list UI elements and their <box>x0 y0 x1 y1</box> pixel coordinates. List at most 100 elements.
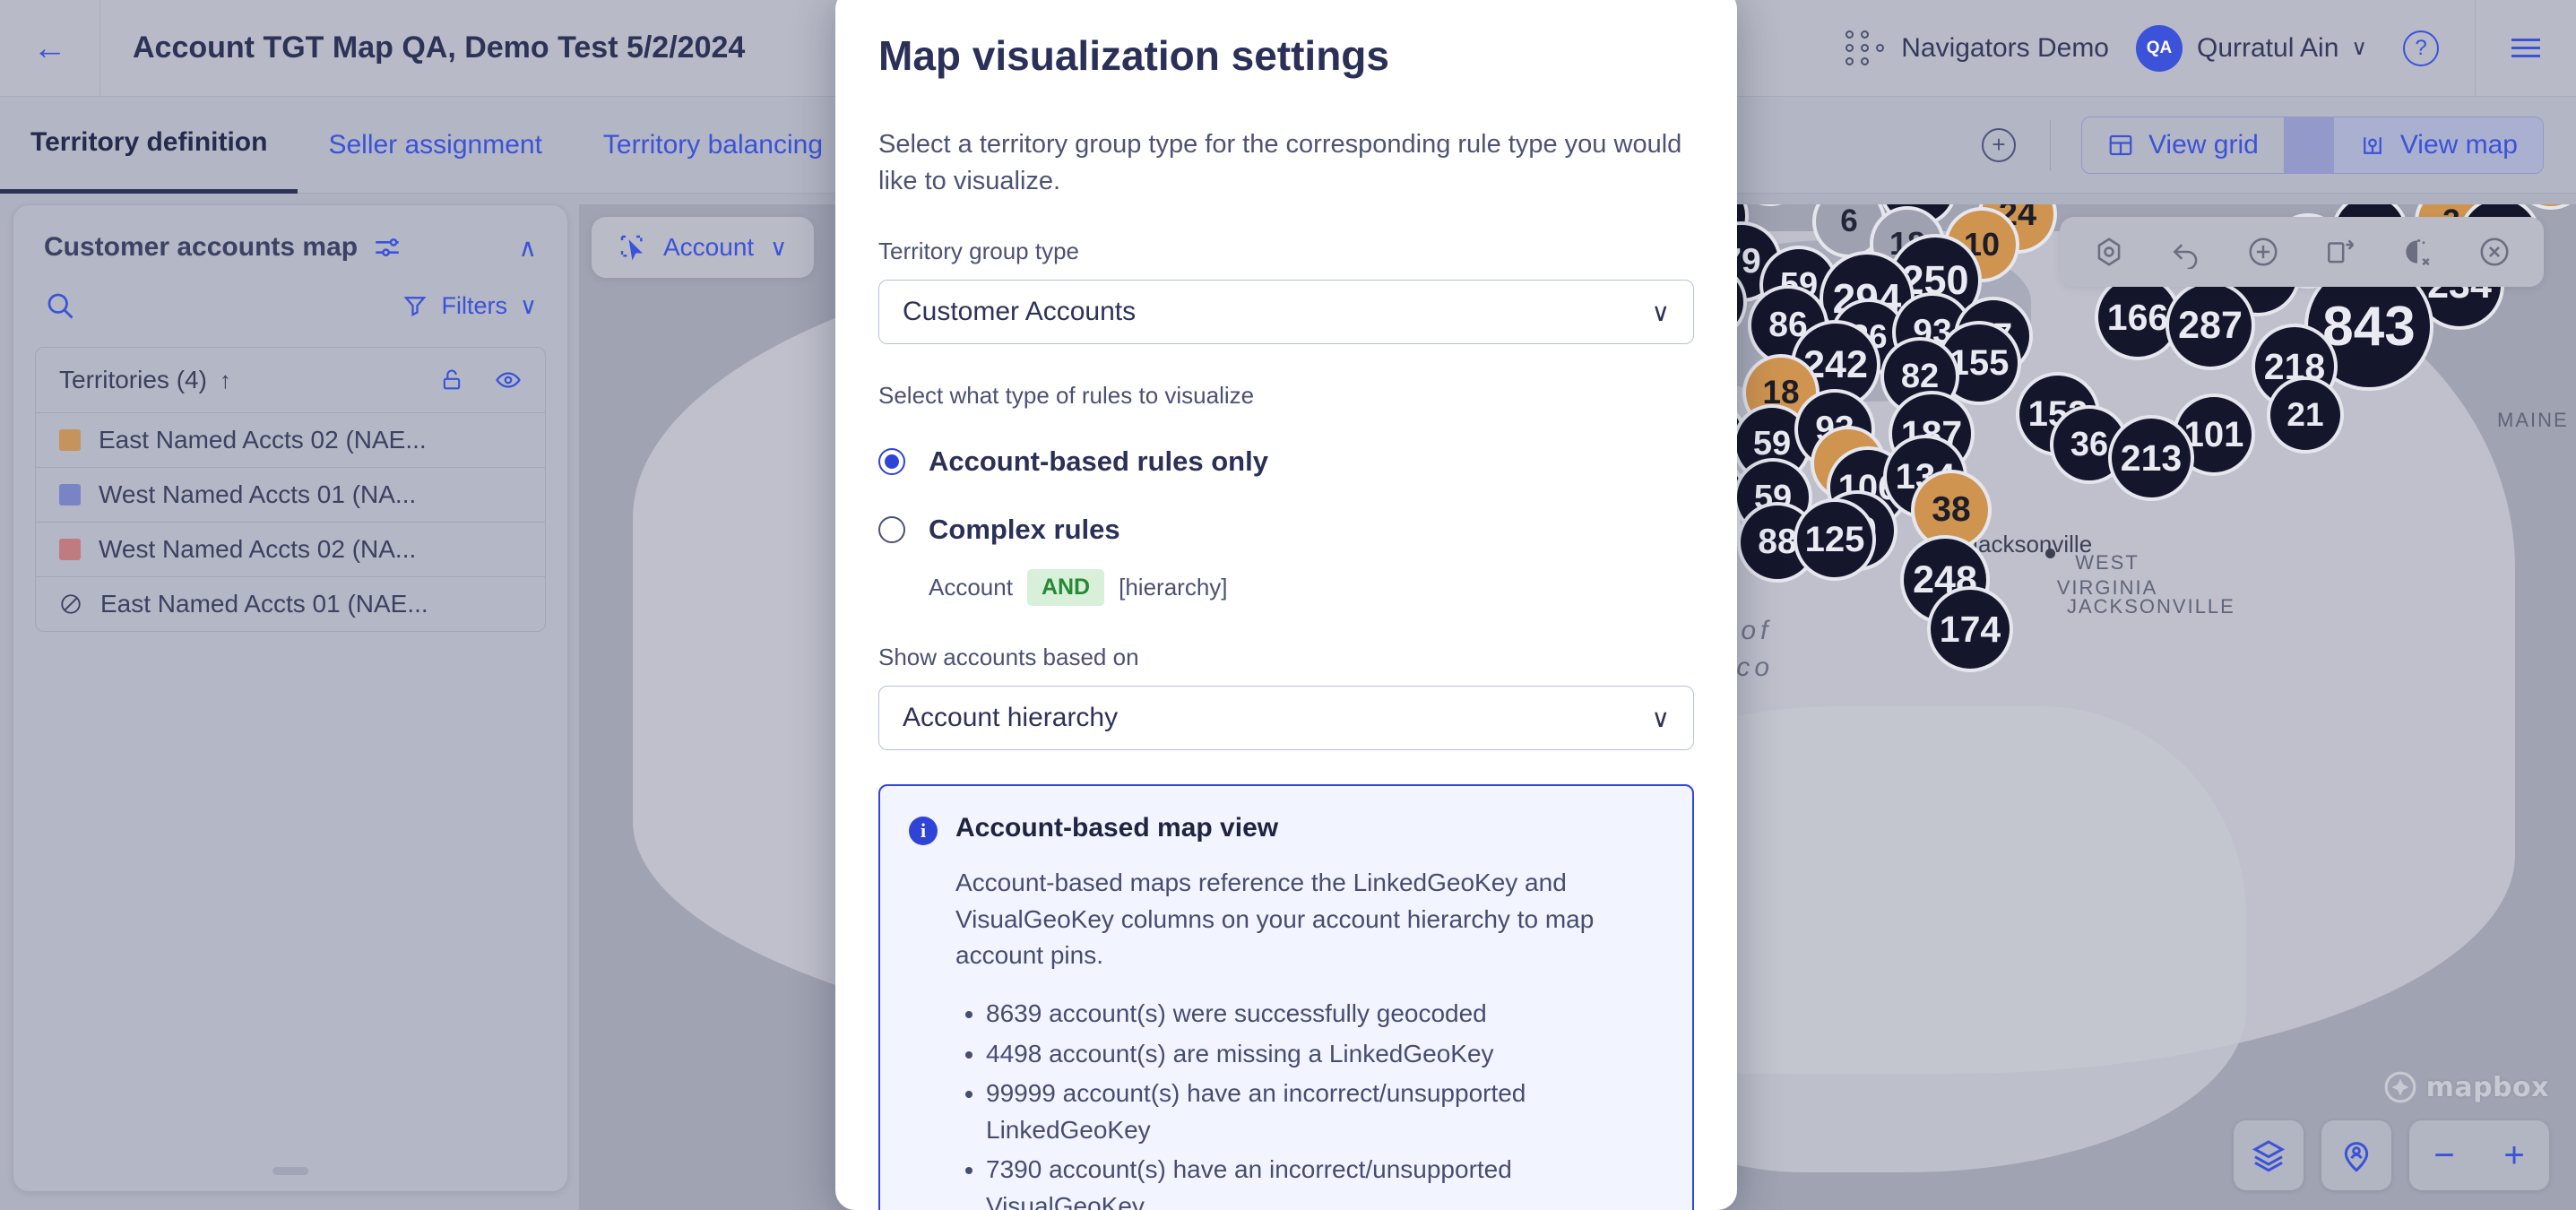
zoom-out-button[interactable]: − <box>2409 1120 2479 1190</box>
user-name[interactable]: Qurratul Ain <box>2197 33 2338 64</box>
chevron-up-icon[interactable]: ∧ <box>519 233 538 263</box>
page-title: Account TGT Map QA, Demo Test 5/2/2024 <box>133 30 746 65</box>
plus-circle-icon[interactable] <box>2246 235 2280 269</box>
undo-icon[interactable] <box>2169 235 2203 269</box>
radio-indicator <box>878 448 905 476</box>
info-body: Account-based maps reference the LinkedG… <box>955 869 1595 970</box>
map-controls: − + <box>2234 1120 2549 1190</box>
divider <box>2283 117 2334 173</box>
map-pin-icon <box>2363 136 2382 154</box>
view-map-button[interactable]: View map <box>2333 117 2543 173</box>
avatar[interactable]: QA <box>2136 24 2183 72</box>
unlock-icon[interactable] <box>439 367 464 393</box>
territory-name: West Named Accts 01 (NA... <box>99 480 417 508</box>
view-grid-button[interactable]: View grid <box>2082 117 2284 173</box>
map-pin-person-icon <box>2344 1142 2369 1172</box>
territory-name: East Named Accts 02 (NAE... <box>99 426 427 454</box>
show-accounts-select[interactable]: Account hierarchy ∨ <box>878 686 1694 751</box>
color-swatch <box>59 539 81 560</box>
mapbox-attribution: mapbox <box>2383 1070 2549 1104</box>
divider <box>2049 119 2051 170</box>
layers-icon <box>2252 1140 2286 1172</box>
no-color-icon <box>59 592 82 616</box>
territories-list: Territories (4) ↑ East Named Accts 02 (N… <box>35 347 546 632</box>
zoom-in-button[interactable]: + <box>2479 1120 2549 1190</box>
territories-header-row: Territories (4) ↑ <box>36 348 545 413</box>
radio-complex-rules[interactable]: Complex rules <box>878 514 1694 546</box>
territories-count-label: Territories (4) <box>59 366 207 393</box>
add-button[interactable]: + <box>1981 127 2016 162</box>
territory-group-type-value: Customer Accounts <box>903 297 1137 327</box>
tab-territory-definition[interactable]: Territory definition <box>0 97 298 194</box>
show-accounts-label: Show accounts based on <box>878 644 1139 671</box>
close-circle-icon[interactable] <box>2477 235 2511 269</box>
radio-label: Complex rules <box>929 514 1120 546</box>
territory-name: West Named Accts 02 (NA... <box>99 535 417 563</box>
tab-territory-balancing[interactable]: Territory balancing <box>573 97 853 194</box>
info-bullet-list: 8639 account(s) were successfully geocod… <box>986 996 1664 1210</box>
map-cluster-bubble[interactable]: 125 <box>1794 498 1876 581</box>
info-bullet: 7390 account(s) have an incorrect/unsupp… <box>986 1152 1664 1210</box>
map-cluster-bubble[interactable]: 174 <box>1927 586 2013 672</box>
info-bullet: 4498 account(s) are missing a LinkedGeoK… <box>986 1036 1664 1073</box>
radio-indicator <box>878 516 905 544</box>
mapbox-label: mapbox <box>2425 1071 2549 1103</box>
target-hex-icon[interactable] <box>2092 235 2126 269</box>
radio-label: Account-based rules only <box>929 445 1268 478</box>
filters-button[interactable]: Filters ∨ <box>402 292 537 320</box>
radio-account-based-rules-only[interactable]: Account-based rules only <box>878 445 1694 478</box>
territory-group-type-select[interactable]: Customer Accounts ∨ <box>878 280 1694 345</box>
info-bullet: 99999 account(s) have an incorrect/unsup… <box>986 1076 1664 1148</box>
panel-resize-handle[interactable] <box>272 1167 308 1175</box>
info-icon: i <box>909 817 938 846</box>
back-arrow-icon: ← <box>32 29 67 67</box>
show-accounts-value: Account hierarchy <box>903 703 1119 733</box>
layers-button[interactable] <box>2234 1120 2304 1190</box>
hamburger-menu-icon[interactable] <box>2476 0 2576 97</box>
tab-seller-assignment[interactable]: Seller assignment <box>298 97 572 194</box>
grid-dots-icon[interactable] <box>1846 29 1885 68</box>
territory-name: East Named Accts 01 (NAE... <box>100 590 428 618</box>
help-circle-icon[interactable]: ? <box>2403 30 2439 66</box>
contrast-off-icon[interactable] <box>2400 235 2434 269</box>
info-bullet: 8639 account(s) were successfully geocod… <box>986 996 1664 1033</box>
org-name: Navigators Demo <box>1901 32 2109 63</box>
sliders-icon[interactable] <box>372 232 402 263</box>
territory-row[interactable]: East Named Accts 01 (NAE... <box>36 577 545 631</box>
dialog-title: Map visualization settings <box>878 32 1389 79</box>
locate-button[interactable] <box>2321 1120 2391 1190</box>
rule-expression: Account AND [hierarchy] <box>929 569 1694 607</box>
duplicate-arrow-icon[interactable] <box>2323 235 2357 269</box>
grid-icon <box>2109 134 2132 155</box>
arrow-up-icon[interactable]: ↑ <box>220 367 231 394</box>
color-swatch <box>59 484 81 506</box>
zoom-controls: − + <box>2409 1120 2549 1190</box>
info-title: Account-based map view <box>955 813 1279 843</box>
mapbox-logo-icon <box>2384 1071 2416 1103</box>
map-cluster-bubble[interactable]: 21 <box>2267 376 2344 454</box>
search-icon[interactable] <box>44 290 76 322</box>
territory-row[interactable]: West Named Accts 02 (NA... <box>36 523 545 577</box>
funnel-icon <box>402 292 428 319</box>
chevron-down-icon: ∨ <box>1651 704 1671 732</box>
dialog-description: Select a territory group type for the co… <box>878 129 1682 196</box>
info-callout: i Account-based map view Account-based m… <box>878 784 1694 1210</box>
view-grid-label: View grid <box>2148 129 2259 160</box>
chevron-down-icon: ∨ <box>519 291 537 319</box>
color-swatch <box>59 429 81 451</box>
back-button[interactable]: ← <box>0 0 100 97</box>
chevron-down-icon[interactable]: ∨ <box>2351 35 2367 61</box>
map-toolbar <box>2060 217 2544 287</box>
customer-accounts-map-panel: Customer accounts map ∧ Filters ∨ Territ… <box>13 204 568 1192</box>
territory-row[interactable]: West Named Accts 01 (NA... <box>36 468 545 523</box>
account-selector[interactable]: Account ∨ <box>592 217 815 278</box>
select-cursor-icon <box>618 233 647 262</box>
chevron-down-icon: ∨ <box>770 233 788 261</box>
map-cluster-bubble[interactable]: 287 <box>2165 281 2255 370</box>
rule-expression-right: [hierarchy] <box>1119 574 1228 601</box>
map-label-maine: MAINE <box>2497 409 2569 431</box>
account-selector-label: Account <box>663 233 755 261</box>
map-cluster-bubble[interactable]: 213 <box>2108 415 2194 501</box>
territory-row[interactable]: East Named Accts 02 (NAE... <box>36 413 545 468</box>
eye-icon[interactable] <box>495 367 522 393</box>
